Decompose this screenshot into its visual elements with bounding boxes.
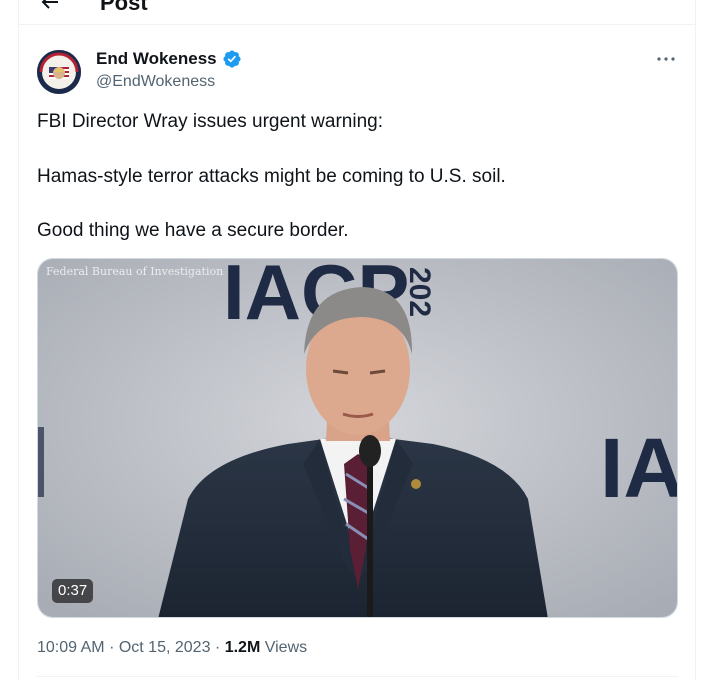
backdrop-year: 202 xyxy=(403,267,436,317)
meta-divider xyxy=(37,676,678,677)
verified-badge-icon xyxy=(223,50,241,68)
post-date[interactable]: Oct 15, 2023 xyxy=(119,639,211,656)
avatar[interactable] xyxy=(37,50,81,94)
video-player[interactable]: IACP 202 IA Federal Bureau of Investigat… xyxy=(37,258,678,618)
meta-separator: · xyxy=(214,639,221,656)
post-text-line: Good thing we have a secure border. xyxy=(37,220,349,241)
header-divider xyxy=(18,24,696,25)
more-horizontal-icon[interactable] xyxy=(654,52,678,66)
post-meta: 10:09 AM · Oct 15, 2023 · 1.2M Views xyxy=(37,637,307,659)
post-text-line: FBI Director Wray issues urgent warning: xyxy=(37,111,383,132)
post-time[interactable]: 10:09 AM xyxy=(37,639,105,656)
author-name[interactable]: End Wokeness xyxy=(96,49,242,69)
views-count: 1.2M xyxy=(224,639,261,656)
video-duration-badge: 0:37 xyxy=(52,579,94,603)
arrow-left-icon[interactable] xyxy=(38,0,62,14)
views-label: Views xyxy=(264,639,308,656)
author-name-text: End Wokeness xyxy=(96,49,217,68)
backdrop-side-text: IA xyxy=(600,421,678,515)
post-text-line: Hamas-style terror attacks might be comi… xyxy=(37,166,506,187)
page-title: Post xyxy=(100,0,148,15)
video-caption: Federal Bureau of Investigation xyxy=(46,265,224,278)
meta-separator: · xyxy=(109,639,115,656)
video-frame: IACP 202 IA xyxy=(38,259,678,617)
author-handle[interactable]: @EndWokeness xyxy=(96,72,215,92)
